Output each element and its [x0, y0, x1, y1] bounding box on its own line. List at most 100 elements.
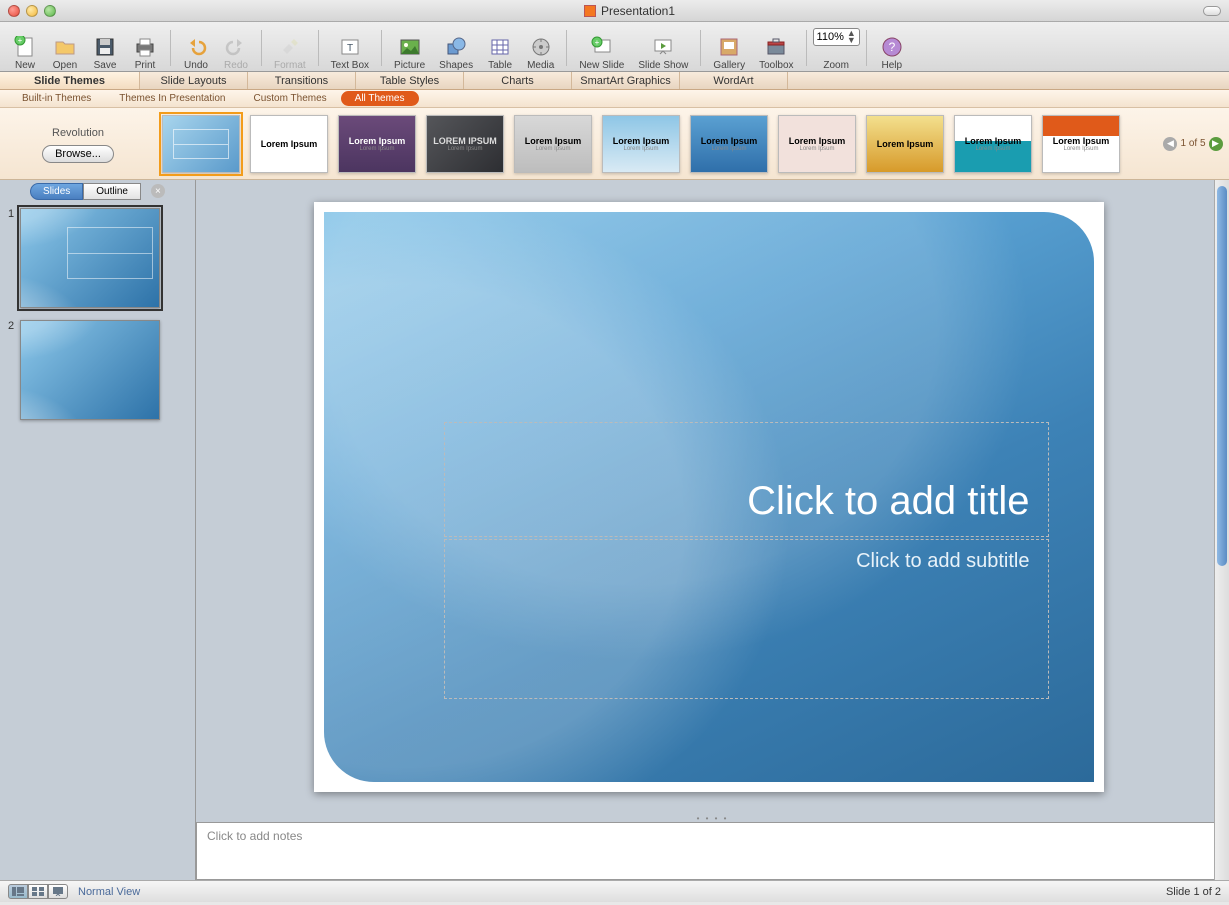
notes-pane[interactable]: Click to add notes: [196, 822, 1215, 880]
ribbon-tab-transitions[interactable]: Transitions: [248, 72, 356, 89]
tab-outline[interactable]: Outline: [83, 183, 141, 200]
textbox-icon: T: [337, 34, 363, 60]
gallery-button[interactable]: Gallery: [707, 34, 751, 71]
label: Open: [53, 60, 77, 71]
svg-text:+: +: [18, 36, 23, 45]
statusbar: Normal View Slide 1 of 2: [0, 880, 1229, 902]
theme-thumbnails: Lorem IpsumLorem IpsumLorem IpsumLOREM I…: [156, 115, 1157, 173]
theme-thumbnail[interactable]: Lorem IpsumLorem Ipsum: [954, 115, 1032, 173]
ribbon-tab-slide-layouts[interactable]: Slide Layouts: [140, 72, 248, 89]
redo-icon: [223, 34, 249, 60]
zoom-window-button[interactable]: [44, 5, 56, 17]
media-icon: [528, 34, 554, 60]
ribbon-tab-wordart[interactable]: WordArt: [680, 72, 788, 89]
browse-themes-button[interactable]: Browse...: [42, 145, 114, 163]
help-icon: ?: [879, 34, 905, 60]
theme-thumbnail[interactable]: Lorem IpsumLorem Ipsum: [1042, 115, 1120, 173]
media-button[interactable]: Media: [521, 34, 560, 71]
toolbar-pill-button[interactable]: [1203, 6, 1221, 16]
label: New Slide: [579, 60, 624, 71]
table-button[interactable]: Table: [481, 34, 519, 71]
ribbon-tab-smartart-graphics[interactable]: SmartArt Graphics: [572, 72, 680, 89]
theme-thumbnail[interactable]: Lorem IpsumLorem Ipsum: [514, 115, 592, 173]
theme-title: Lorem Ipsum: [877, 139, 934, 149]
theme-thumbnail[interactable]: Lorem Ipsum: [866, 115, 944, 173]
print-button[interactable]: Print: [126, 34, 164, 71]
subtab-custom-themes[interactable]: Custom Themes: [239, 91, 340, 106]
notes-splitter[interactable]: • • • •: [196, 814, 1229, 822]
vertical-scrollbar[interactable]: [1214, 180, 1229, 880]
label: Picture: [394, 60, 425, 71]
subtab-built-in-themes[interactable]: Built-in Themes: [8, 91, 105, 106]
view-mode-label: Normal View: [78, 886, 140, 898]
toolbox-icon: [763, 34, 789, 60]
sorter-view-button[interactable]: [28, 884, 48, 899]
label: Media: [527, 60, 554, 71]
theme-subtitle: Lorem Ipsum: [1063, 146, 1098, 152]
theme-thumbnail[interactable]: Lorem Ipsum: [250, 115, 328, 173]
open-button[interactable]: Open: [46, 34, 84, 71]
new-slide-button[interactable]: + New Slide: [573, 34, 630, 71]
picture-button[interactable]: Picture: [388, 34, 431, 71]
close-panel-button[interactable]: ×: [151, 184, 165, 198]
save-icon: [92, 34, 118, 60]
theme-thumbnail[interactable]: LOREM IPSUMLorem Ipsum: [426, 115, 504, 173]
normal-view-button[interactable]: [8, 884, 28, 899]
ribbon-tab-charts[interactable]: Charts: [464, 72, 572, 89]
separator: [806, 30, 807, 66]
scrollbar-thumb[interactable]: [1217, 186, 1227, 566]
save-button[interactable]: Save: [86, 34, 124, 71]
current-theme-name: Revolution: [52, 127, 104, 139]
minimize-window-button[interactable]: [26, 5, 38, 17]
slide-canvas: Click to add title Click to add subtitle: [314, 202, 1104, 792]
help-button[interactable]: ?Help: [873, 34, 911, 71]
theme-thumbnail[interactable]: Lorem IpsumLorem Ipsum: [778, 115, 856, 173]
window-title-text: Presentation1: [601, 4, 675, 18]
tab-slides[interactable]: Slides: [30, 183, 83, 200]
format-button: Format: [268, 34, 312, 71]
ribbon-tab-table-styles[interactable]: Table Styles: [356, 72, 464, 89]
theme-title: Lorem Ipsum: [1053, 136, 1110, 146]
slide-thumbnail[interactable]: [20, 320, 160, 420]
zoom-select[interactable]: 110%▲▼: [813, 28, 860, 46]
slide-number: 1: [8, 208, 14, 308]
undo-icon: [183, 34, 209, 60]
separator: [261, 30, 262, 66]
theme-subtitle: Lorem Ipsum: [535, 146, 570, 152]
theme-thumbnail[interactable]: Lorem IpsumLorem Ipsum: [602, 115, 680, 173]
theme-title: Lorem Ipsum: [525, 136, 582, 146]
slide-thumbnail[interactable]: [20, 208, 160, 308]
redo-button: Redo: [217, 34, 255, 71]
slideshow-button[interactable]: Slide Show: [632, 34, 694, 71]
ribbon-tab-slide-themes[interactable]: Slide Themes: [0, 72, 140, 89]
textbox-button[interactable]: TText Box: [325, 34, 375, 71]
close-window-button[interactable]: [8, 5, 20, 17]
panel-tabs: Slides Outline ×: [0, 180, 195, 202]
label: New: [15, 60, 35, 71]
theme-thumbnail[interactable]: Lorem IpsumLorem Ipsum: [338, 115, 416, 173]
shapes-button[interactable]: Shapes: [433, 34, 479, 71]
title-placeholder[interactable]: Click to add title: [444, 422, 1049, 537]
subtitle-placeholder[interactable]: Click to add subtitle: [444, 539, 1049, 699]
view-buttons: [8, 884, 68, 899]
pager-next-button[interactable]: ▶: [1209, 137, 1223, 151]
subtab-themes-in-presentation[interactable]: Themes In Presentation: [105, 91, 239, 106]
subtab-all-themes[interactable]: All Themes: [341, 91, 419, 106]
slideshow-view-button[interactable]: [48, 884, 68, 899]
window-title: Presentation1: [56, 4, 1203, 18]
picture-icon: [397, 34, 423, 60]
slide-panel: Slides Outline × 12: [0, 180, 196, 880]
canvas-viewport[interactable]: Click to add title Click to add subtitle: [196, 180, 1229, 814]
new-button[interactable]: + New: [6, 34, 44, 71]
theme-title: Lorem Ipsum: [349, 136, 406, 146]
theme-info: Revolution Browse...: [0, 125, 156, 163]
table-icon: [487, 34, 513, 60]
svg-text:+: +: [595, 38, 600, 47]
undo-button[interactable]: Undo: [177, 34, 215, 71]
theme-thumbnail[interactable]: [162, 115, 240, 173]
shapes-icon: [443, 34, 469, 60]
toolbox-button[interactable]: Toolbox: [753, 34, 799, 71]
pager-prev-button[interactable]: ◀: [1163, 137, 1177, 151]
open-icon: [52, 34, 78, 60]
theme-thumbnail[interactable]: Lorem IpsumLorem Ipsum: [690, 115, 768, 173]
